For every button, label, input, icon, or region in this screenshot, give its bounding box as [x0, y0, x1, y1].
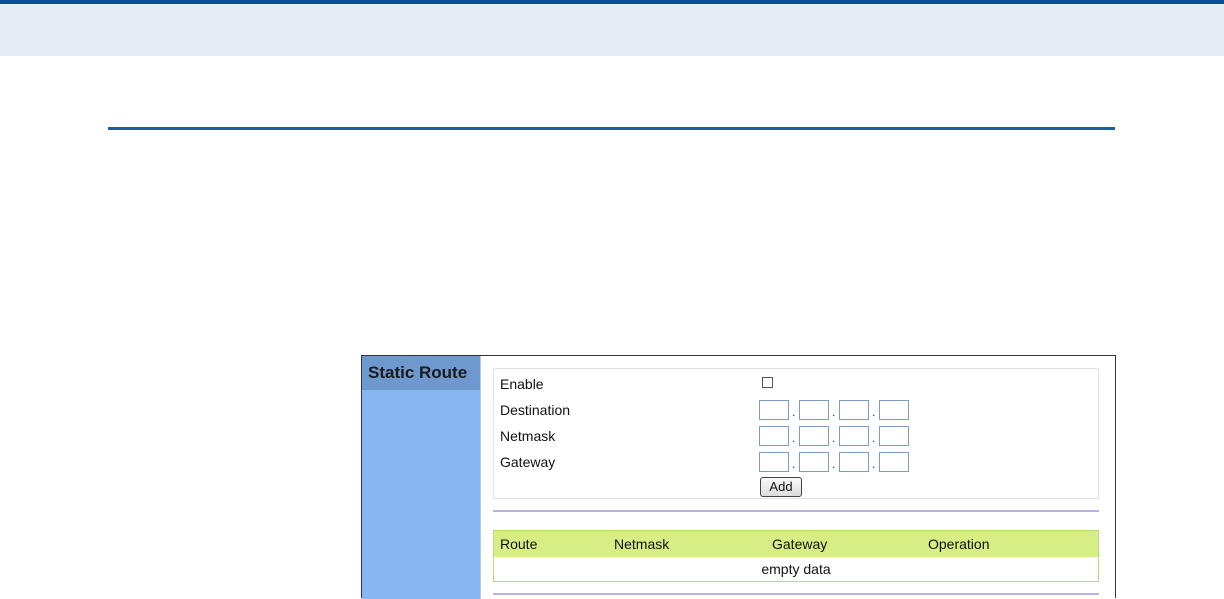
destination-octet-1[interactable]	[759, 400, 789, 420]
netmask-octet-1[interactable]	[759, 426, 789, 446]
octet-separator: .	[792, 405, 796, 419]
octet-separator: .	[832, 457, 836, 471]
destination-label: Destination	[500, 402, 571, 418]
gateway-ip-input: . . .	[759, 452, 919, 472]
octet-separator: .	[832, 431, 836, 445]
column-header-route: Route	[500, 536, 538, 552]
bottom-divider	[493, 593, 1099, 595]
top-header-band	[0, 0, 1224, 56]
column-header-gateway: Gateway	[772, 536, 828, 552]
page-divider-rule	[108, 127, 1115, 130]
netmask-label: Netmask	[500, 428, 556, 444]
netmask-octet-2[interactable]	[799, 426, 829, 446]
destination-ip-input: . . .	[759, 400, 919, 420]
netmask-octet-3[interactable]	[839, 426, 869, 446]
netmask-ip-input: . . .	[759, 426, 919, 446]
route-table: Route Netmask Gateway Operation empty da…	[493, 530, 1099, 582]
section-divider	[493, 510, 1099, 512]
octet-separator: .	[872, 405, 876, 419]
octet-separator: .	[872, 431, 876, 445]
gateway-octet-1[interactable]	[759, 452, 789, 472]
table-header: Route Netmask Gateway Operation	[494, 531, 1098, 557]
octet-separator: .	[872, 457, 876, 471]
octet-separator: .	[832, 405, 836, 419]
gateway-label: Gateway	[500, 454, 556, 470]
enable-label: Enable	[500, 376, 544, 392]
empty-data-row: empty data	[761, 561, 831, 577]
panel-content: Enable Destination . . . Netmask . . . G…	[481, 356, 1115, 599]
panel-title: Static Route	[362, 356, 480, 390]
sidebar-column: Static Route	[362, 356, 481, 599]
static-route-panel: Static Route Enable Destination . . . Ne…	[361, 355, 1116, 599]
destination-octet-2[interactable]	[799, 400, 829, 420]
gateway-octet-2[interactable]	[799, 452, 829, 472]
netmask-octet-4[interactable]	[879, 426, 909, 446]
octet-separator: .	[792, 431, 796, 445]
route-form: Enable Destination . . . Netmask . . . G…	[493, 368, 1099, 499]
octet-separator: .	[792, 457, 796, 471]
destination-octet-4[interactable]	[879, 400, 909, 420]
enable-checkbox[interactable]	[762, 377, 773, 388]
add-route-button[interactable]: Add	[760, 477, 802, 497]
gateway-octet-4[interactable]	[879, 452, 909, 472]
gateway-octet-3[interactable]	[839, 452, 869, 472]
column-header-operation: Operation	[928, 536, 990, 552]
destination-octet-3[interactable]	[839, 400, 869, 420]
column-header-netmask: Netmask	[614, 536, 670, 552]
